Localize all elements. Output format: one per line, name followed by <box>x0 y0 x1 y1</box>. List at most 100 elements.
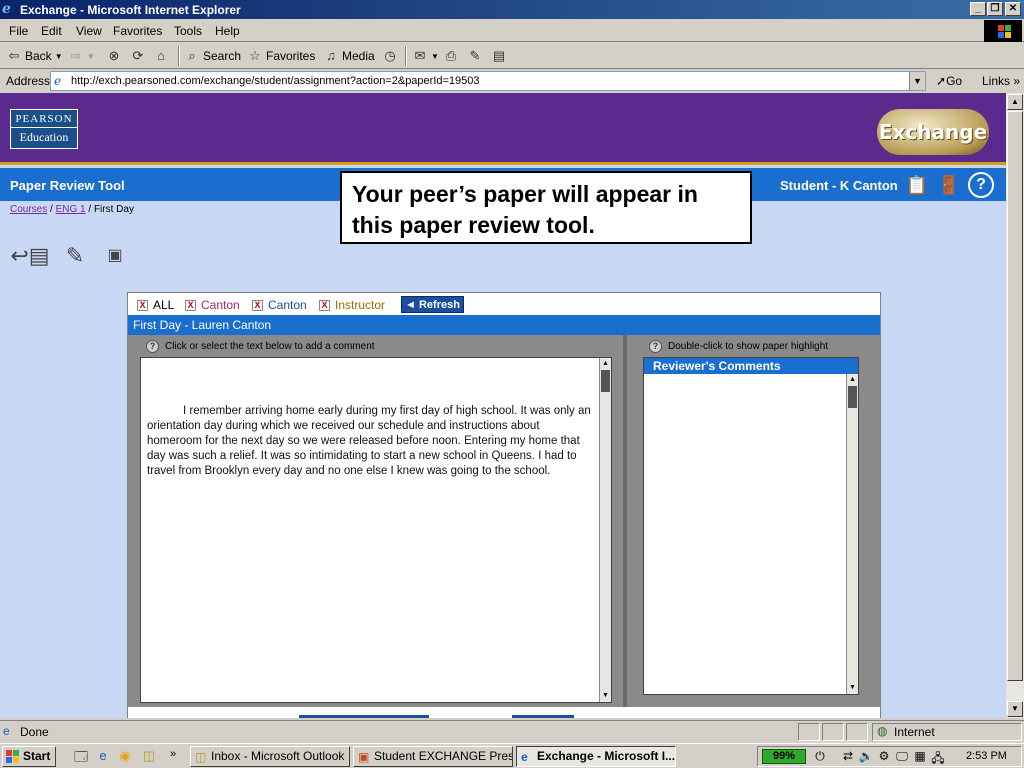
refresh-comments-button[interactable]: ◄ Refresh <box>401 296 464 313</box>
go-button[interactable]: ➚Go <box>936 74 962 88</box>
outlook-icon: ◫ <box>195 750 207 764</box>
menu-view[interactable]: View <box>76 24 102 38</box>
back-label: Back <box>25 49 52 63</box>
filter-instructor[interactable]: X Instructor <box>319 298 385 312</box>
review-workspace: ? Click or select the text below to add … <box>128 335 880 707</box>
favorites-button[interactable]: ☆ Favorites <box>247 48 315 64</box>
scroll-down-icon[interactable]: ▼ <box>601 691 610 701</box>
paper-text-area[interactable]: I remember arriving home early during my… <box>140 357 612 703</box>
network-computer-icon[interactable]: 🖧 <box>930 749 946 768</box>
task-label: Inbox - Microsoft Outlook <box>211 749 345 763</box>
paper-scrollbar[interactable]: ▲ ▼ <box>599 358 611 702</box>
scroll-down-icon[interactable]: ▼ <box>848 683 857 693</box>
question-icon[interactable]: ? <box>146 340 159 353</box>
close-button[interactable]: ✕ <box>1005 2 1021 16</box>
tray-app-icon[interactable]: ⚙ <box>876 749 892 763</box>
search-icon: ⌕ <box>188 48 196 63</box>
partial-button[interactable] <box>512 715 574 718</box>
menu-file[interactable]: File <box>9 24 28 38</box>
minimize-button[interactable]: _ <box>970 2 986 16</box>
menu-tools[interactable]: Tools <box>174 24 202 38</box>
edit-page-icon: ✎ <box>469 48 481 63</box>
start-button[interactable]: Start <box>2 746 56 767</box>
save-document-icon[interactable]: ▣ <box>103 241 127 271</box>
battery-indicator[interactable]: 99% <box>762 749 806 764</box>
edit-button[interactable]: ✎ <box>467 48 483 64</box>
menu-help[interactable]: Help <box>215 24 240 38</box>
breadcrumb-course[interactable]: ENG 1 <box>56 204 86 215</box>
windows-logo-icon <box>984 20 1022 42</box>
partial-button[interactable] <box>299 715 429 718</box>
status-bar: e Done ◍ Internet <box>0 720 1024 742</box>
print-button[interactable]: ⎙ <box>443 48 459 64</box>
media-button[interactable]: ♫ Media <box>323 48 375 64</box>
ie-quicklaunch-icon[interactable]: e <box>94 748 112 763</box>
exchange-logo[interactable]: Exchange <box>877 109 989 155</box>
address-dropdown-icon[interactable]: ▼ <box>909 72 925 90</box>
stop-icon: ⊗ <box>108 48 120 63</box>
right-instruction-text: Double-click to show paper highlight <box>668 341 829 352</box>
home-button[interactable]: ⌂ <box>153 48 169 64</box>
page-title: Paper Review Tool <box>10 178 125 193</box>
search-button[interactable]: ⌕ Search <box>184 48 241 64</box>
windows-flag-icon <box>6 750 19 763</box>
scroll-down-icon[interactable]: ▼ <box>1007 701 1023 717</box>
refresh-page-button[interactable]: ⟳ <box>130 48 146 64</box>
page-scrollbar[interactable]: ▲ ▼ <box>1006 93 1024 718</box>
paper-review-panel: X ALL X Canton X Canton X Instructor ◄ R… <box>127 292 881 718</box>
address-input[interactable]: e http://exch.pearsoned.com/exchange/stu… <box>50 71 926 91</box>
profile-clipboard-icon[interactable]: 📋 <box>904 173 930 197</box>
task-internet-explorer[interactable]: e Exchange - Microsoft I... <box>516 746 676 767</box>
scroll-thumb[interactable] <box>601 370 610 392</box>
history-button[interactable]: ◷ <box>382 48 398 64</box>
comments-scrollbar[interactable]: ▲ ▼ <box>846 374 858 694</box>
scroll-up-icon[interactable]: ▲ <box>848 375 857 385</box>
pearson-logo[interactable]: PEARSON Education <box>10 109 78 149</box>
pearson-logo-line1: PEARSON <box>15 113 73 125</box>
security-zone: Internet <box>894 725 935 739</box>
scroll-thumb[interactable] <box>1007 111 1023 681</box>
tray-monitor-icon[interactable]: ▦ <box>912 749 928 763</box>
home-icon: ⌂ <box>157 48 165 63</box>
filter-label: Canton <box>268 298 307 312</box>
task-outlook[interactable]: ◫ Inbox - Microsoft Outlook <box>190 746 350 767</box>
outlook-quicklaunch-icon[interactable]: ◫ <box>140 748 158 764</box>
back-button[interactable]: ⇦ Back ▼ <box>6 48 63 64</box>
checkbox-icon: X <box>252 299 263 311</box>
task-powerpoint[interactable]: ▣ Student EXCHANGE Prese... <box>353 746 513 767</box>
comment-filter-row: X ALL X Canton X Canton X Instructor ◄ R… <box>128 293 880 315</box>
clock: 2:53 PM <box>966 750 1007 762</box>
network-icon[interactable]: ⇄ <box>840 749 856 763</box>
filter-all[interactable]: X ALL <box>137 298 174 312</box>
logout-door-icon[interactable]: 🚪 <box>936 173 962 197</box>
start-label: Start <box>23 749 51 763</box>
links-button[interactable]: Links » <box>982 74 1020 88</box>
show-desktop-icon[interactable]: 🗔 <box>72 748 90 768</box>
scroll-up-icon[interactable]: ▲ <box>1007 94 1023 110</box>
help-icon[interactable]: ? <box>968 172 994 198</box>
scroll-thumb[interactable] <box>848 386 857 408</box>
filter-canton-1[interactable]: X Canton <box>185 298 240 312</box>
forward-button[interactable]: ⇨ ▼ <box>68 48 95 64</box>
breadcrumb-courses[interactable]: Courses <box>10 204 47 215</box>
menu-favorites[interactable]: Favorites <box>113 24 162 38</box>
restore-button[interactable]: ❐ <box>987 2 1003 16</box>
power-plug-icon[interactable]: ⏻ <box>812 749 828 764</box>
status-text: Done <box>20 725 49 739</box>
discuss-button[interactable]: ▤ <box>491 48 507 64</box>
media-player-icon[interactable]: ◉ <box>116 748 134 764</box>
return-paper-icon[interactable]: ↩▤ <box>10 241 50 271</box>
display-icon[interactable]: 🖵 <box>894 749 910 764</box>
menu-edit[interactable]: Edit <box>41 24 62 38</box>
volume-icon[interactable]: 🔈 <box>858 749 874 763</box>
powerpoint-icon: ▣ <box>358 750 370 764</box>
edit-notes-icon[interactable]: ✎ <box>55 241 95 271</box>
stop-button[interactable]: ⊗ <box>106 48 122 64</box>
paper-body-text[interactable]: I remember arriving home early during my… <box>147 404 593 479</box>
mail-button[interactable]: ✉ ▼ <box>412 48 439 64</box>
scroll-up-icon[interactable]: ▲ <box>601 359 610 369</box>
filter-canton-2[interactable]: X Canton <box>252 298 307 312</box>
task-label: Student EXCHANGE Prese... <box>374 749 513 763</box>
more-quicklaunch-icon[interactable]: » <box>164 748 182 760</box>
question-icon[interactable]: ? <box>649 340 662 353</box>
